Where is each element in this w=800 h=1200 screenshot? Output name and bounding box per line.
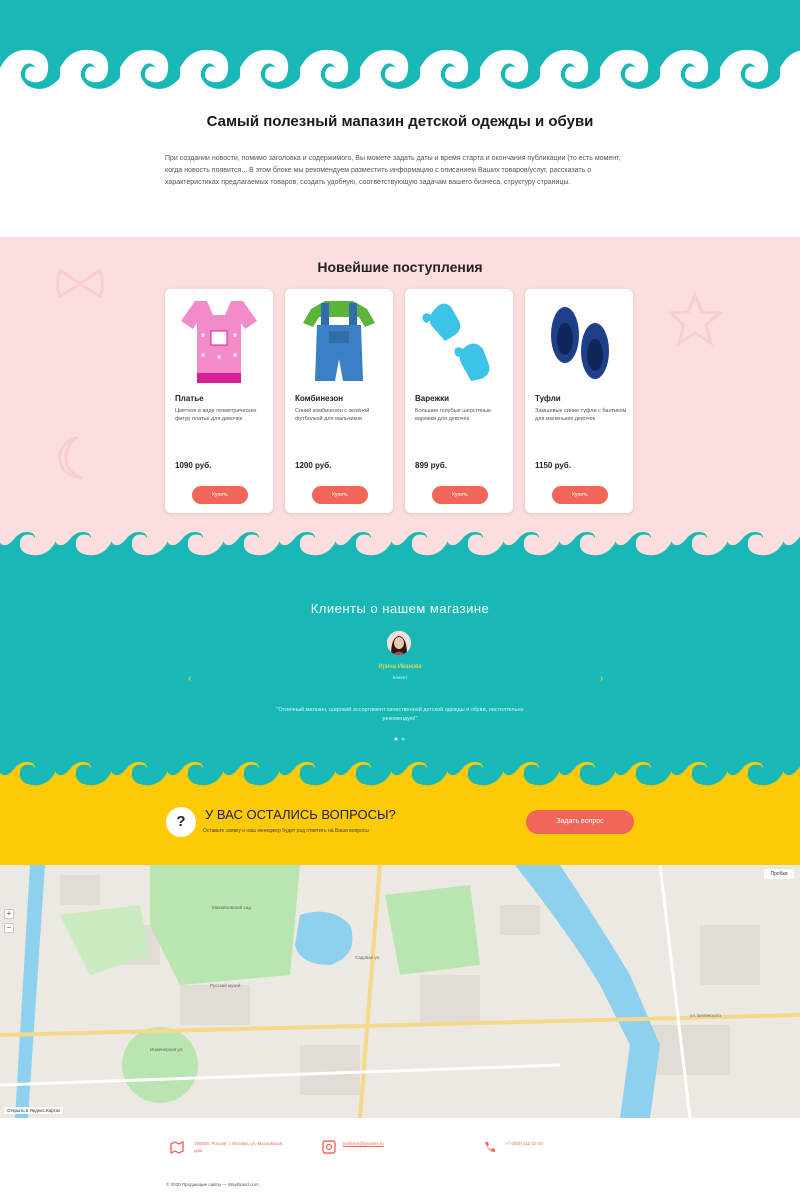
product-description: Цветное в виде геометрических фигур плат… <box>175 408 257 422</box>
product-description: Большие голубые шерстяные варежки для де… <box>415 408 492 422</box>
copyright: © 2020 Продающие сайты — WayBrand.com <box>166 1182 259 1187</box>
map-label: Русский музей <box>210 983 241 988</box>
buy-button[interactable]: Купить <box>312 486 368 504</box>
footer: 190000, Россия, г. Москва, ул. Московска… <box>0 1118 800 1200</box>
mittens-icon <box>422 303 490 381</box>
map[interactable]: Пробки + − Михайловский сад Русский музе… <box>0 865 800 1118</box>
questions-section: ? У ВАС ОСТАЛИСЬ ВОПРОСЫ? Оставьте заявк… <box>0 757 800 865</box>
intro-text: При создании новости, помимо заголовка и… <box>165 155 621 186</box>
top-banner <box>0 0 800 95</box>
phone-icon <box>485 1142 495 1152</box>
prev-arrow-icon[interactable]: ‹ <box>188 673 191 684</box>
product-card: Туфли Замшевые синие туфли с бантиком дл… <box>525 289 633 513</box>
zoom-in-button[interactable]: + <box>4 909 14 919</box>
next-arrow-icon[interactable]: › <box>600 673 603 684</box>
product-name: Комбинезон <box>295 394 344 403</box>
product-name: Платье <box>175 394 204 403</box>
buy-button[interactable]: Купить <box>432 486 488 504</box>
product-description: Синий комбинезон с зелёной футболкой для… <box>295 408 370 422</box>
footer-address: 190000, Россия, г. Москва, ул. Московска… <box>194 1141 284 1153</box>
ask-question-button[interactable]: Задать вопрос <box>526 810 634 834</box>
reviews-title: Клиенты о нашем магазине <box>310 601 490 616</box>
product-price: 1200 руб. <box>295 461 332 470</box>
footer-phone[interactable]: +7 (000) 111-22-33 <box>505 1140 543 1147</box>
arrivals-title: Новейшие поступления <box>317 259 483 275</box>
question-icon: ? <box>166 807 196 837</box>
product-card: Варежки Большие голубые шерстяные варежк… <box>405 289 513 513</box>
dress-icon <box>181 301 257 383</box>
map-label: Инженерная ул. <box>150 1047 184 1052</box>
questions-title: У ВАС ОСТАЛИСЬ ВОПРОСЫ? <box>205 807 396 822</box>
buy-button[interactable]: Купить <box>552 486 608 504</box>
questions-subtitle: Оставьте заявку и наш менеджер будет рад… <box>203 828 369 834</box>
product-description: Замшевые синие туфли с бантиком для мале… <box>535 408 627 422</box>
overalls-icon <box>303 301 375 381</box>
wave-divider <box>0 527 800 567</box>
intro-title: Самый полезный мапазин детской одежды и … <box>206 113 594 130</box>
product-name: Варежки <box>415 394 450 403</box>
product-name: Туфли <box>535 394 561 403</box>
reviewer-role: Клиент <box>392 675 408 680</box>
product-card: Платье Цветное в виде геометрических фиг… <box>165 289 273 513</box>
wave-divider <box>0 757 800 797</box>
buy-button[interactable]: Купить <box>192 486 248 504</box>
product-card: Комбинезон Синий комбинезон с зелёной фу… <box>285 289 393 513</box>
email-icon <box>322 1140 336 1154</box>
shoes-icon <box>551 307 609 379</box>
map-label: Михайловский сад <box>212 905 251 910</box>
open-yandex-link[interactable]: Открыть в Яндекс.Картах <box>4 1107 64 1114</box>
product-price: 1090 руб. <box>175 461 212 470</box>
footer-email[interactable]: testform@yandex.ru <box>343 1140 384 1147</box>
person-photo <box>387 631 411 655</box>
map-label: ул. Белинского <box>690 1013 722 1018</box>
star-icon <box>668 292 723 347</box>
product-price: 1150 руб. <box>535 461 571 470</box>
map-label: Садовая ул. <box>355 955 381 960</box>
avatar <box>387 631 411 655</box>
reviews-section: Клиенты о нашем магазине Ирина Иванова К… <box>0 527 800 757</box>
reviewer-name: Ирина Иванова <box>378 664 422 670</box>
traffic-toggle[interactable]: Пробки <box>764 869 794 879</box>
moon-icon <box>58 435 83 480</box>
map-canvas[interactable] <box>0 865 800 1118</box>
slider-dots[interactable] <box>393 737 407 741</box>
new-arrivals-section: Новейшие поступления Платье Цветное в ви… <box>0 237 800 527</box>
zoom-out-button[interactable]: − <box>4 923 14 933</box>
review-text: "Отличный магазин, широкий ассортимент к… <box>276 707 524 722</box>
map-pin-icon <box>170 1140 184 1154</box>
wave-divider <box>0 40 800 95</box>
product-price: 899 руб. <box>415 461 447 470</box>
intro-section: Самый полезный мапазин детской одежды и … <box>0 95 800 237</box>
